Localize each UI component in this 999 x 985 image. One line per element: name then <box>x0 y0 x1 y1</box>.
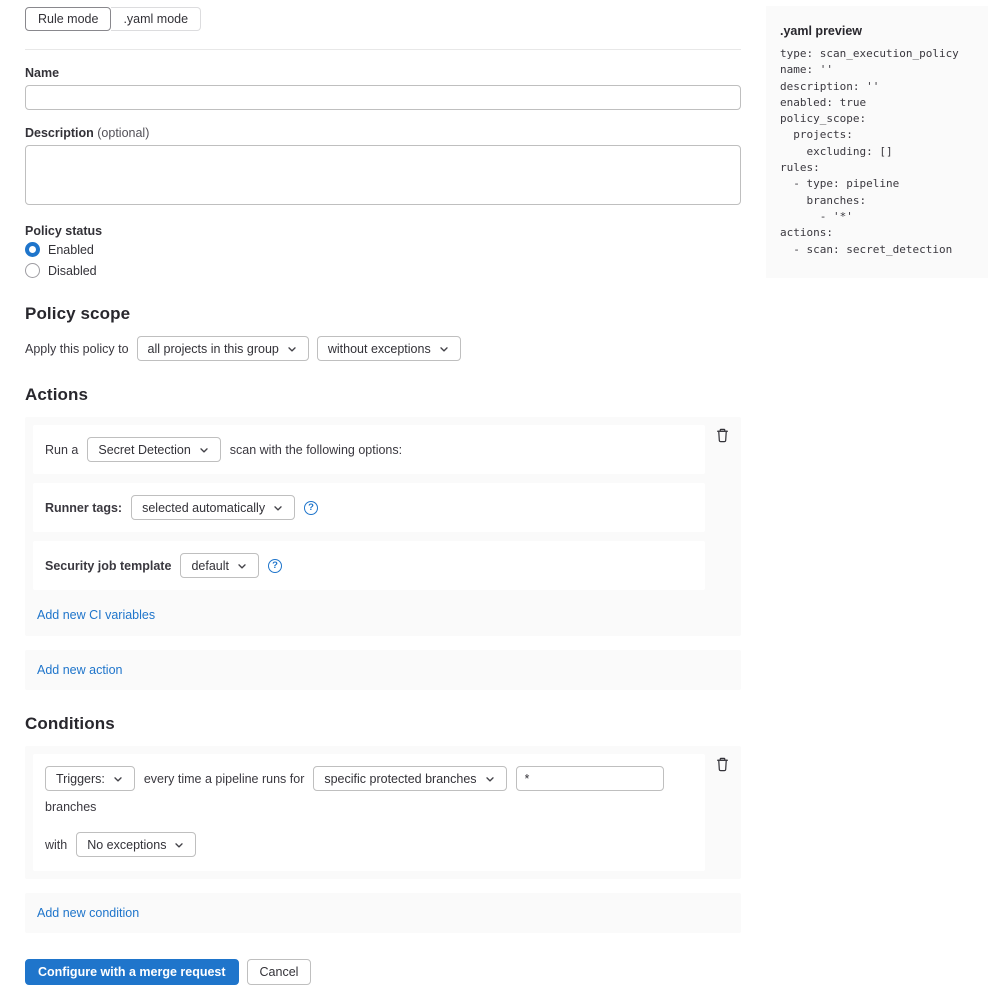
condition-trigger-row: Triggers: every time a pipeline runs for… <box>33 754 705 871</box>
delete-action-button[interactable] <box>713 426 731 444</box>
security-template-dropdown[interactable]: default <box>180 553 259 578</box>
branch-type-dropdown[interactable]: specific protected branches <box>313 766 506 791</box>
action-scan-row: Run a Secret Detection scan with the fol… <box>33 425 705 474</box>
chevron-down-icon <box>272 502 284 514</box>
chevron-down-icon <box>484 773 496 785</box>
add-condition-link[interactable]: Add new condition <box>37 906 139 920</box>
branch-exceptions-dropdown[interactable]: No exceptions <box>76 832 196 857</box>
security-template-dropdown-label: default <box>191 559 229 573</box>
policy-scope-heading: Policy scope <box>25 304 741 324</box>
add-condition-band: Add new condition <box>25 893 741 933</box>
trash-icon <box>715 428 730 443</box>
chevron-down-icon <box>198 444 210 456</box>
add-ci-variables-link[interactable]: Add new CI variables <box>37 608 155 622</box>
condition-card: Triggers: every time a pipeline runs for… <box>25 746 741 879</box>
runner-tags-label: Runner tags: <box>45 501 122 515</box>
yaml-preview-code: type: scan_execution_policy name: '' des… <box>780 46 974 258</box>
scan-type-dropdown[interactable]: Secret Detection <box>87 437 220 462</box>
chevron-down-icon <box>438 343 450 355</box>
scope-projects-dropdown[interactable]: all projects in this group <box>137 336 309 361</box>
delete-condition-button[interactable] <box>713 755 731 773</box>
actions-heading: Actions <box>25 385 741 405</box>
scope-exceptions-dropdown-label: without exceptions <box>328 342 431 356</box>
name-label: Name <box>25 66 741 80</box>
radio-enabled-icon[interactable] <box>25 242 40 257</box>
description-optional-text: (optional) <box>97 126 149 140</box>
add-action-link[interactable]: Add new action <box>37 663 122 677</box>
description-label-text: Description <box>25 126 94 140</box>
branches-input[interactable] <box>516 766 664 791</box>
editor-mode-toggle: Rule mode .yaml mode <box>25 7 201 31</box>
footer-actions: Configure with a merge request Cancel <box>25 959 741 985</box>
ci-variables-link-row: Add new CI variables <box>33 599 733 628</box>
with-text: with <box>45 838 67 852</box>
add-action-band: Add new action <box>25 650 741 690</box>
policy-status-label: Policy status <box>25 224 741 238</box>
chevron-down-icon <box>286 343 298 355</box>
security-template-help-icon[interactable]: ? <box>268 559 282 573</box>
scan-type-dropdown-label: Secret Detection <box>98 443 190 457</box>
cancel-button[interactable]: Cancel <box>247 959 312 985</box>
action-card: Run a Secret Detection scan with the fol… <box>25 417 741 636</box>
security-template-label: Security job template <box>45 559 171 573</box>
configure-merge-request-button[interactable]: Configure with a merge request <box>25 959 239 985</box>
status-option-disabled[interactable]: Disabled <box>25 261 741 280</box>
policy-editor-form: Rule mode .yaml mode Name Description (o… <box>25 7 741 985</box>
scope-exceptions-dropdown[interactable]: without exceptions <box>317 336 461 361</box>
runner-tags-dropdown[interactable]: selected automatically <box>131 495 295 520</box>
yaml-preview-title: .yaml preview <box>780 24 974 38</box>
pipeline-runs-text: every time a pipeline runs for <box>144 772 305 786</box>
scan-options-text: scan with the following options: <box>230 443 402 457</box>
yaml-preview-panel: .yaml preview type: scan_execution_polic… <box>766 6 988 278</box>
chevron-down-icon <box>236 560 248 572</box>
policy-scope-row: Apply this policy to all projects in thi… <box>25 336 741 361</box>
runner-tags-help-icon[interactable]: ? <box>304 501 318 515</box>
radio-disabled-label: Disabled <box>48 264 97 278</box>
branches-suffix-text: branches <box>45 800 96 814</box>
description-label: Description (optional) <box>25 126 741 140</box>
apply-policy-text: Apply this policy to <box>25 342 129 356</box>
conditions-heading: Conditions <box>25 714 741 734</box>
top-divider <box>25 49 741 50</box>
scope-projects-dropdown-label: all projects in this group <box>148 342 279 356</box>
status-option-enabled[interactable]: Enabled <box>25 240 741 259</box>
trash-icon <box>715 757 730 772</box>
yaml-mode-button[interactable]: .yaml mode <box>111 7 201 31</box>
security-template-row: Security job template default ? <box>33 541 705 590</box>
radio-disabled-icon[interactable] <box>25 263 40 278</box>
runner-tags-row: Runner tags: selected automatically ? <box>33 483 705 532</box>
triggers-dropdown-label: Triggers: <box>56 772 105 786</box>
branch-type-dropdown-label: specific protected branches <box>324 772 476 786</box>
run-a-text: Run a <box>45 443 78 457</box>
rule-mode-button[interactable]: Rule mode <box>25 7 111 31</box>
radio-enabled-label: Enabled <box>48 243 94 257</box>
description-textarea[interactable] <box>25 145 741 205</box>
runner-tags-dropdown-label: selected automatically <box>142 501 265 515</box>
chevron-down-icon <box>173 839 185 851</box>
name-input[interactable] <box>25 85 741 110</box>
chevron-down-icon <box>112 773 124 785</box>
branch-exceptions-dropdown-label: No exceptions <box>87 838 166 852</box>
triggers-dropdown[interactable]: Triggers: <box>45 766 135 791</box>
